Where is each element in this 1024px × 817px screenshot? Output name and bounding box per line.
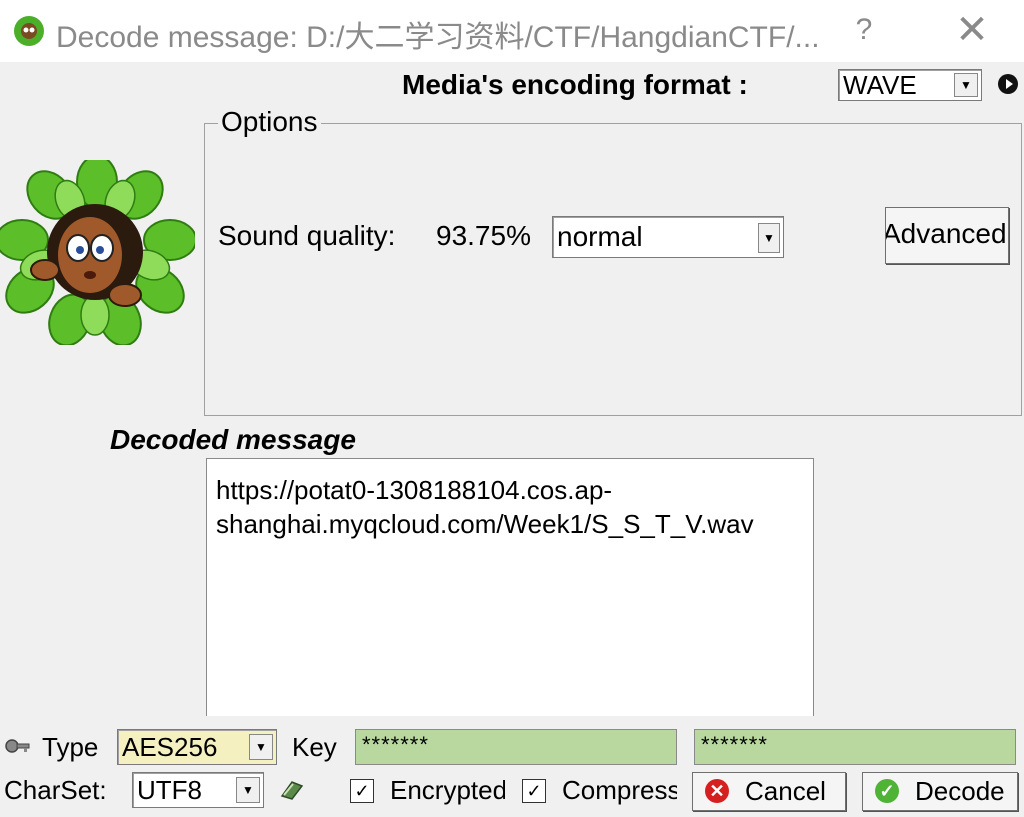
encoding-format-value: WAVE — [843, 70, 917, 100]
chevron-down-icon[interactable]: ▼ — [758, 223, 780, 253]
advanced-button-label: Advanced — [885, 218, 1007, 249]
cancel-button[interactable]: ✕ Cancel — [692, 772, 846, 811]
compressed-label: Compressed — [562, 775, 677, 805]
sound-quality-value: 93.75% — [436, 220, 531, 251]
cancel-button-label: Cancel — [745, 776, 826, 806]
options-legend: Options — [218, 106, 321, 138]
sound-quality-select[interactable]: normal ▼ — [552, 216, 784, 258]
key-icon — [5, 735, 31, 757]
play-icon[interactable] — [998, 74, 1018, 94]
encoding-format-select[interactable]: WAVE ▼ — [838, 69, 982, 101]
check-icon: ✓ — [875, 779, 899, 803]
key-confirm-input-value: ******* — [701, 732, 768, 757]
chevron-down-icon[interactable]: ▼ — [236, 777, 260, 803]
sound-quality-label: Sound quality: — [218, 220, 396, 251]
decoded-message-textarea[interactable]: https://potat0-1308188104.cos.ap- shangh… — [206, 458, 814, 718]
encrypted-label: Encrypted — [390, 775, 505, 805]
advanced-button[interactable]: Advanced — [885, 207, 1009, 264]
encoding-format-label: Media's encoding format : — [402, 69, 748, 100]
chevron-down-icon[interactable]: ▼ — [249, 734, 273, 760]
charset-value: UTF8 — [137, 775, 202, 805]
mascot-image — [0, 155, 197, 347]
encrypted-checkbox[interactable]: ✓ — [350, 779, 374, 803]
charset-label: CharSet: — [4, 775, 107, 805]
key-confirm-input[interactable]: ******* — [694, 729, 1016, 765]
app-icon — [12, 14, 46, 48]
type-label: Type — [42, 732, 99, 762]
decode-button-label: Decode — [915, 776, 1005, 806]
key-label: Key — [292, 732, 337, 762]
decoded-message-label: Decoded message — [110, 424, 356, 455]
book-icon[interactable] — [280, 780, 304, 800]
key-input-value: ******* — [362, 732, 429, 757]
help-button[interactable]: ? — [846, 10, 882, 50]
chevron-down-icon[interactable]: ▼ — [954, 73, 978, 97]
decoded-message-text: https://potat0-1308188104.cos.ap- shangh… — [216, 475, 754, 539]
encryption-type-value: AES256 — [122, 732, 218, 762]
close-button[interactable]: ✕ — [944, 8, 1000, 52]
cancel-icon: ✕ — [705, 779, 729, 803]
key-input[interactable]: ******* — [355, 729, 677, 765]
decode-button[interactable]: ✓ Decode — [862, 772, 1018, 811]
sound-quality-select-value: normal — [557, 221, 643, 252]
encryption-type-select[interactable]: AES256 ▼ — [117, 729, 277, 765]
options-group — [204, 123, 1022, 416]
charset-select[interactable]: UTF8 ▼ — [132, 772, 264, 808]
compressed-checkbox[interactable]: ✓ — [522, 779, 546, 803]
window-title: Decode message: D:/大二学习资料/CTF/HangdianCT… — [56, 21, 820, 54]
